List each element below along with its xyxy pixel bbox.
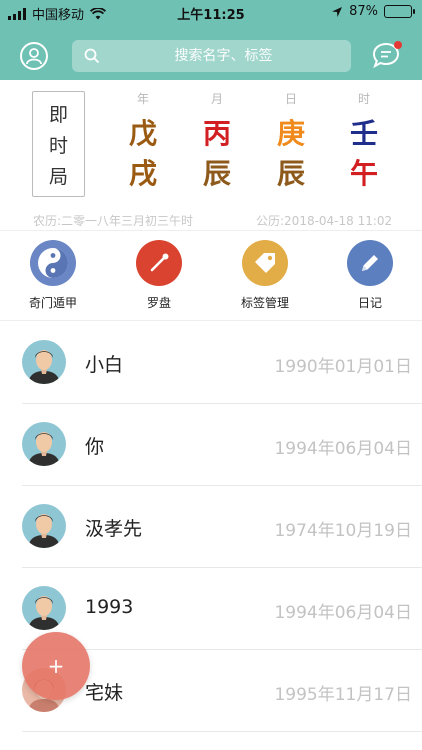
pillar-year: 年 戊 戌 bbox=[113, 90, 173, 190]
avatar bbox=[22, 586, 66, 630]
tool-diary[interactable]: 日记 bbox=[320, 240, 420, 311]
person-avatar-icon bbox=[28, 350, 60, 384]
tool-label: 日记 bbox=[357, 296, 382, 310]
tag-icon bbox=[255, 253, 275, 273]
pillar-branch: 辰 bbox=[202, 157, 231, 190]
pillar-label: 时 bbox=[357, 92, 370, 106]
pillar-stem: 戊 bbox=[128, 117, 157, 150]
tool-label: 标签管理 bbox=[240, 296, 289, 310]
avatar bbox=[22, 340, 66, 384]
profile-button[interactable] bbox=[20, 42, 48, 70]
avatar bbox=[22, 504, 66, 548]
person-avatar-icon bbox=[28, 596, 60, 630]
contact-name: 小白 bbox=[85, 354, 124, 376]
person-avatar-icon bbox=[28, 514, 60, 548]
pillar-label: 年 bbox=[136, 92, 149, 106]
list-item[interactable]: 小白 1990年01月01日 bbox=[0, 322, 422, 404]
notification-dot bbox=[394, 41, 402, 49]
contact-name: 你 bbox=[85, 436, 105, 458]
status-bar: 中国移动 上午11:25 87% bbox=[0, 0, 422, 24]
compass-icon bbox=[150, 253, 169, 272]
contact-birthday: 1974年10月19日 bbox=[274, 521, 412, 541]
contact-name: 宅妹 bbox=[85, 682, 124, 704]
tool-label: 奇门遁甲 bbox=[28, 296, 77, 310]
pillar-hour: 时 壬 午 bbox=[334, 90, 394, 190]
search-input[interactable] bbox=[106, 40, 341, 72]
pencil-icon bbox=[362, 255, 378, 271]
mode-char: 时 bbox=[48, 134, 68, 157]
pillar-stem: 壬 bbox=[349, 117, 378, 150]
search-icon bbox=[84, 48, 100, 64]
pillar-month: 月 丙 辰 bbox=[187, 90, 247, 190]
divider bbox=[0, 320, 422, 321]
search-bar[interactable] bbox=[72, 40, 351, 72]
contact-birthday: 1994年06月04日 bbox=[274, 439, 412, 459]
solar-date: 公历:2018-04-18 11:02 bbox=[256, 214, 393, 228]
divider bbox=[0, 230, 422, 231]
tool-circle bbox=[136, 240, 182, 286]
lunar-date: 农历:二零一八年三月初三午时 bbox=[33, 214, 194, 228]
pillar-branch: 戌 bbox=[128, 157, 157, 190]
location-arrow-icon bbox=[332, 6, 343, 17]
battery-icon bbox=[384, 5, 415, 18]
tool-circle bbox=[30, 240, 76, 286]
pillar-stem: 庚 bbox=[276, 117, 305, 150]
tool-compass[interactable]: 罗盘 bbox=[109, 240, 209, 311]
instant-chart-button[interactable]: 即 时 局 bbox=[32, 91, 85, 197]
add-button[interactable]: + bbox=[22, 632, 90, 700]
yin-yang-icon bbox=[38, 248, 68, 278]
avatar bbox=[22, 422, 66, 466]
person-avatar-icon bbox=[28, 432, 60, 466]
list-item[interactable]: 汲孝先 1974年10月19日 bbox=[0, 486, 422, 568]
pillar-day: 日 庚 辰 bbox=[261, 90, 321, 190]
user-icon bbox=[26, 48, 42, 65]
tool-circle bbox=[242, 240, 288, 286]
tool-qimen[interactable]: 奇门遁甲 bbox=[3, 240, 103, 311]
contact-birthday: 1994年06月04日 bbox=[274, 603, 412, 623]
tool-tag-manager[interactable]: 标签管理 bbox=[215, 240, 315, 311]
list-item[interactable]: 你 1994年06月04日 bbox=[0, 404, 422, 486]
status-right: 87% bbox=[331, 4, 415, 19]
contact-birthday: 1995年11月17日 bbox=[274, 685, 412, 705]
pillar-label: 日 bbox=[284, 92, 297, 106]
tool-circle bbox=[347, 240, 393, 286]
row-divider bbox=[22, 731, 422, 732]
tool-label: 罗盘 bbox=[146, 296, 171, 310]
pillar-branch: 辰 bbox=[276, 157, 305, 190]
pillar-label: 月 bbox=[210, 92, 223, 106]
mode-char: 局 bbox=[48, 165, 68, 188]
contact-name: 汲孝先 bbox=[85, 518, 143, 540]
pillar-stem: 丙 bbox=[202, 117, 231, 150]
pillar-branch: 午 bbox=[349, 157, 378, 190]
mode-char: 即 bbox=[48, 103, 68, 126]
contact-birthday: 1990年01月01日 bbox=[274, 357, 412, 377]
messages-button[interactable] bbox=[372, 41, 402, 70]
contact-name: 1993 bbox=[85, 596, 134, 618]
battery-percent: 87% bbox=[349, 4, 378, 19]
